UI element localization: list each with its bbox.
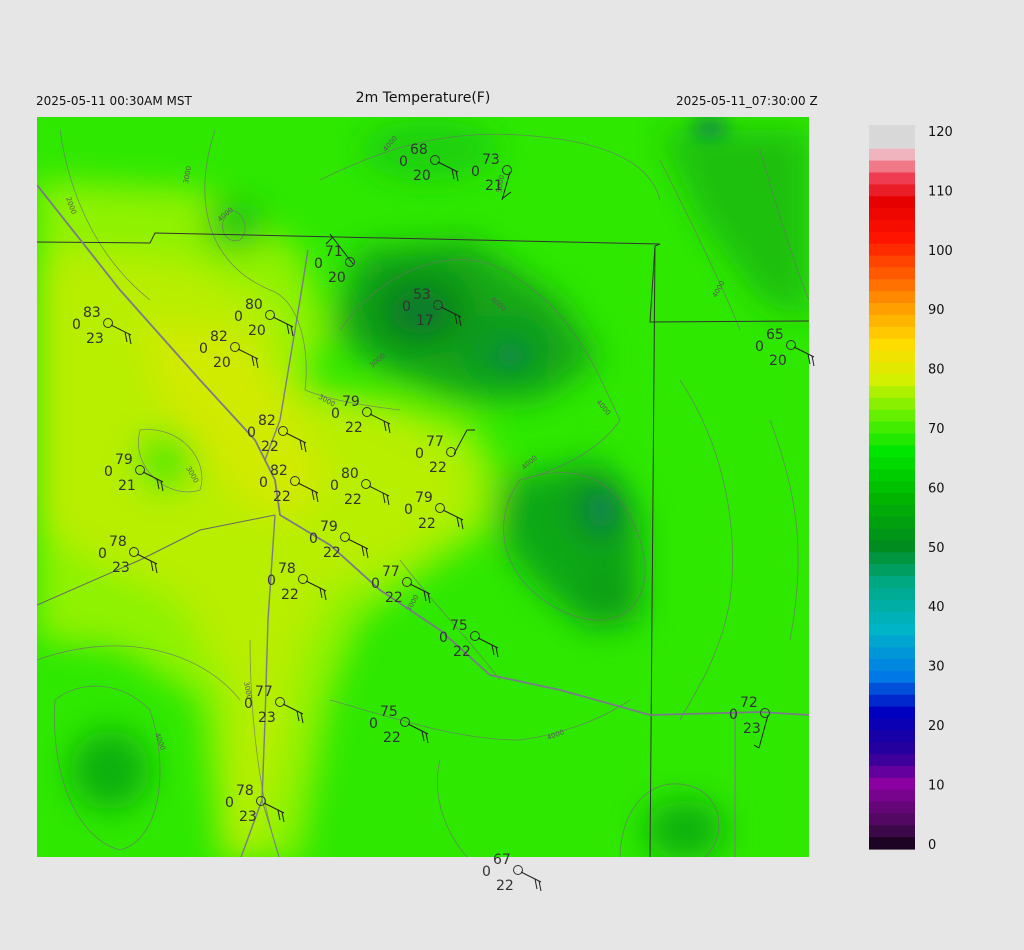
colorbar-tick-label: 20 xyxy=(928,719,945,734)
colorbar-tick-label: 70 xyxy=(928,422,945,437)
colorbar-tick-label: 30 xyxy=(928,660,945,675)
colorbar-band xyxy=(869,718,915,731)
colorbar-band xyxy=(869,730,915,743)
colorbar-labels: 1201101009080706050403020100 xyxy=(928,125,953,853)
colorbar-band xyxy=(869,397,915,411)
colorbar-band xyxy=(869,457,915,470)
colorbar-band xyxy=(869,765,915,779)
colorbar-band xyxy=(869,160,915,174)
colorbar-band xyxy=(869,433,915,447)
colorbar-band xyxy=(869,362,915,375)
colorbar-band xyxy=(869,469,915,482)
colorbar-band xyxy=(869,552,915,565)
colorbar-band xyxy=(869,528,915,542)
colorbar-band xyxy=(869,825,915,838)
colorbar-band xyxy=(869,587,915,601)
colorbar-tick-label: 50 xyxy=(928,541,945,556)
colorbar-band xyxy=(869,635,915,648)
colorbar-band xyxy=(869,445,915,458)
colorbar-band xyxy=(869,492,915,506)
colorbar-band xyxy=(869,208,915,221)
colorbar-band xyxy=(869,611,915,625)
colorbar-band xyxy=(869,801,915,814)
colorbar-band xyxy=(869,219,915,233)
colorbar-band xyxy=(869,172,915,185)
colorbar-band xyxy=(869,291,915,304)
colorbar-band xyxy=(869,754,915,767)
colorbar-tick-label: 40 xyxy=(928,600,945,615)
colorbar-band xyxy=(869,386,915,399)
colorbar-band xyxy=(869,338,915,352)
colorbar-band xyxy=(869,516,915,530)
colorbar-band xyxy=(869,789,915,803)
colorbar-band xyxy=(869,504,915,518)
colorbar-tick-label: 60 xyxy=(928,481,945,496)
colorbar-tick-label: 110 xyxy=(928,184,953,199)
colorbar-tick-label: 80 xyxy=(928,363,945,378)
colorbar-band xyxy=(869,125,915,138)
colorbar-band xyxy=(869,623,915,636)
colorbar-band xyxy=(869,576,915,589)
colorbar-band xyxy=(869,255,915,269)
colorbar-bands xyxy=(869,125,915,850)
colorbar-band xyxy=(869,837,915,850)
colorbar-band xyxy=(869,706,915,720)
colorbar-band xyxy=(869,647,915,660)
colorbar-band xyxy=(869,742,915,755)
colorbar-band xyxy=(869,374,915,387)
colorbar-band xyxy=(869,659,915,672)
colorbar-tick-label: 100 xyxy=(928,244,953,259)
colorbar-band xyxy=(869,243,915,257)
colorbar-band xyxy=(869,481,915,494)
colorbar-band xyxy=(869,540,915,553)
colorbar-band xyxy=(869,184,915,197)
colorbar-band xyxy=(869,267,915,280)
colorbar-band xyxy=(869,599,915,613)
colorbar-band xyxy=(869,196,915,209)
colorbar-band xyxy=(869,303,915,316)
colorbar-band xyxy=(869,777,915,791)
colorbar-tick-label: 0 xyxy=(928,838,936,853)
colorbar-band xyxy=(869,409,915,423)
colorbar-band xyxy=(869,813,915,826)
colorbar-band xyxy=(869,136,915,150)
colorbar-band xyxy=(869,314,915,328)
colorbar-tick-label: 120 xyxy=(928,125,953,140)
colorbar-band xyxy=(869,421,915,435)
colorbar-band xyxy=(869,694,915,708)
colorbar-band xyxy=(869,326,915,340)
colorbar-band xyxy=(869,682,915,696)
colorbar-band xyxy=(869,279,915,292)
temperature-colorbar: 1201101009080706050403020100 xyxy=(869,125,953,853)
colorbar-band xyxy=(869,670,915,684)
colorbar-tick-label: 90 xyxy=(928,303,945,318)
colorbar-band xyxy=(869,231,915,245)
colorbar-band xyxy=(869,350,915,363)
colorbar-band xyxy=(869,564,915,577)
colorbar-tick-label: 10 xyxy=(928,778,945,793)
colorbar-band xyxy=(869,148,915,162)
